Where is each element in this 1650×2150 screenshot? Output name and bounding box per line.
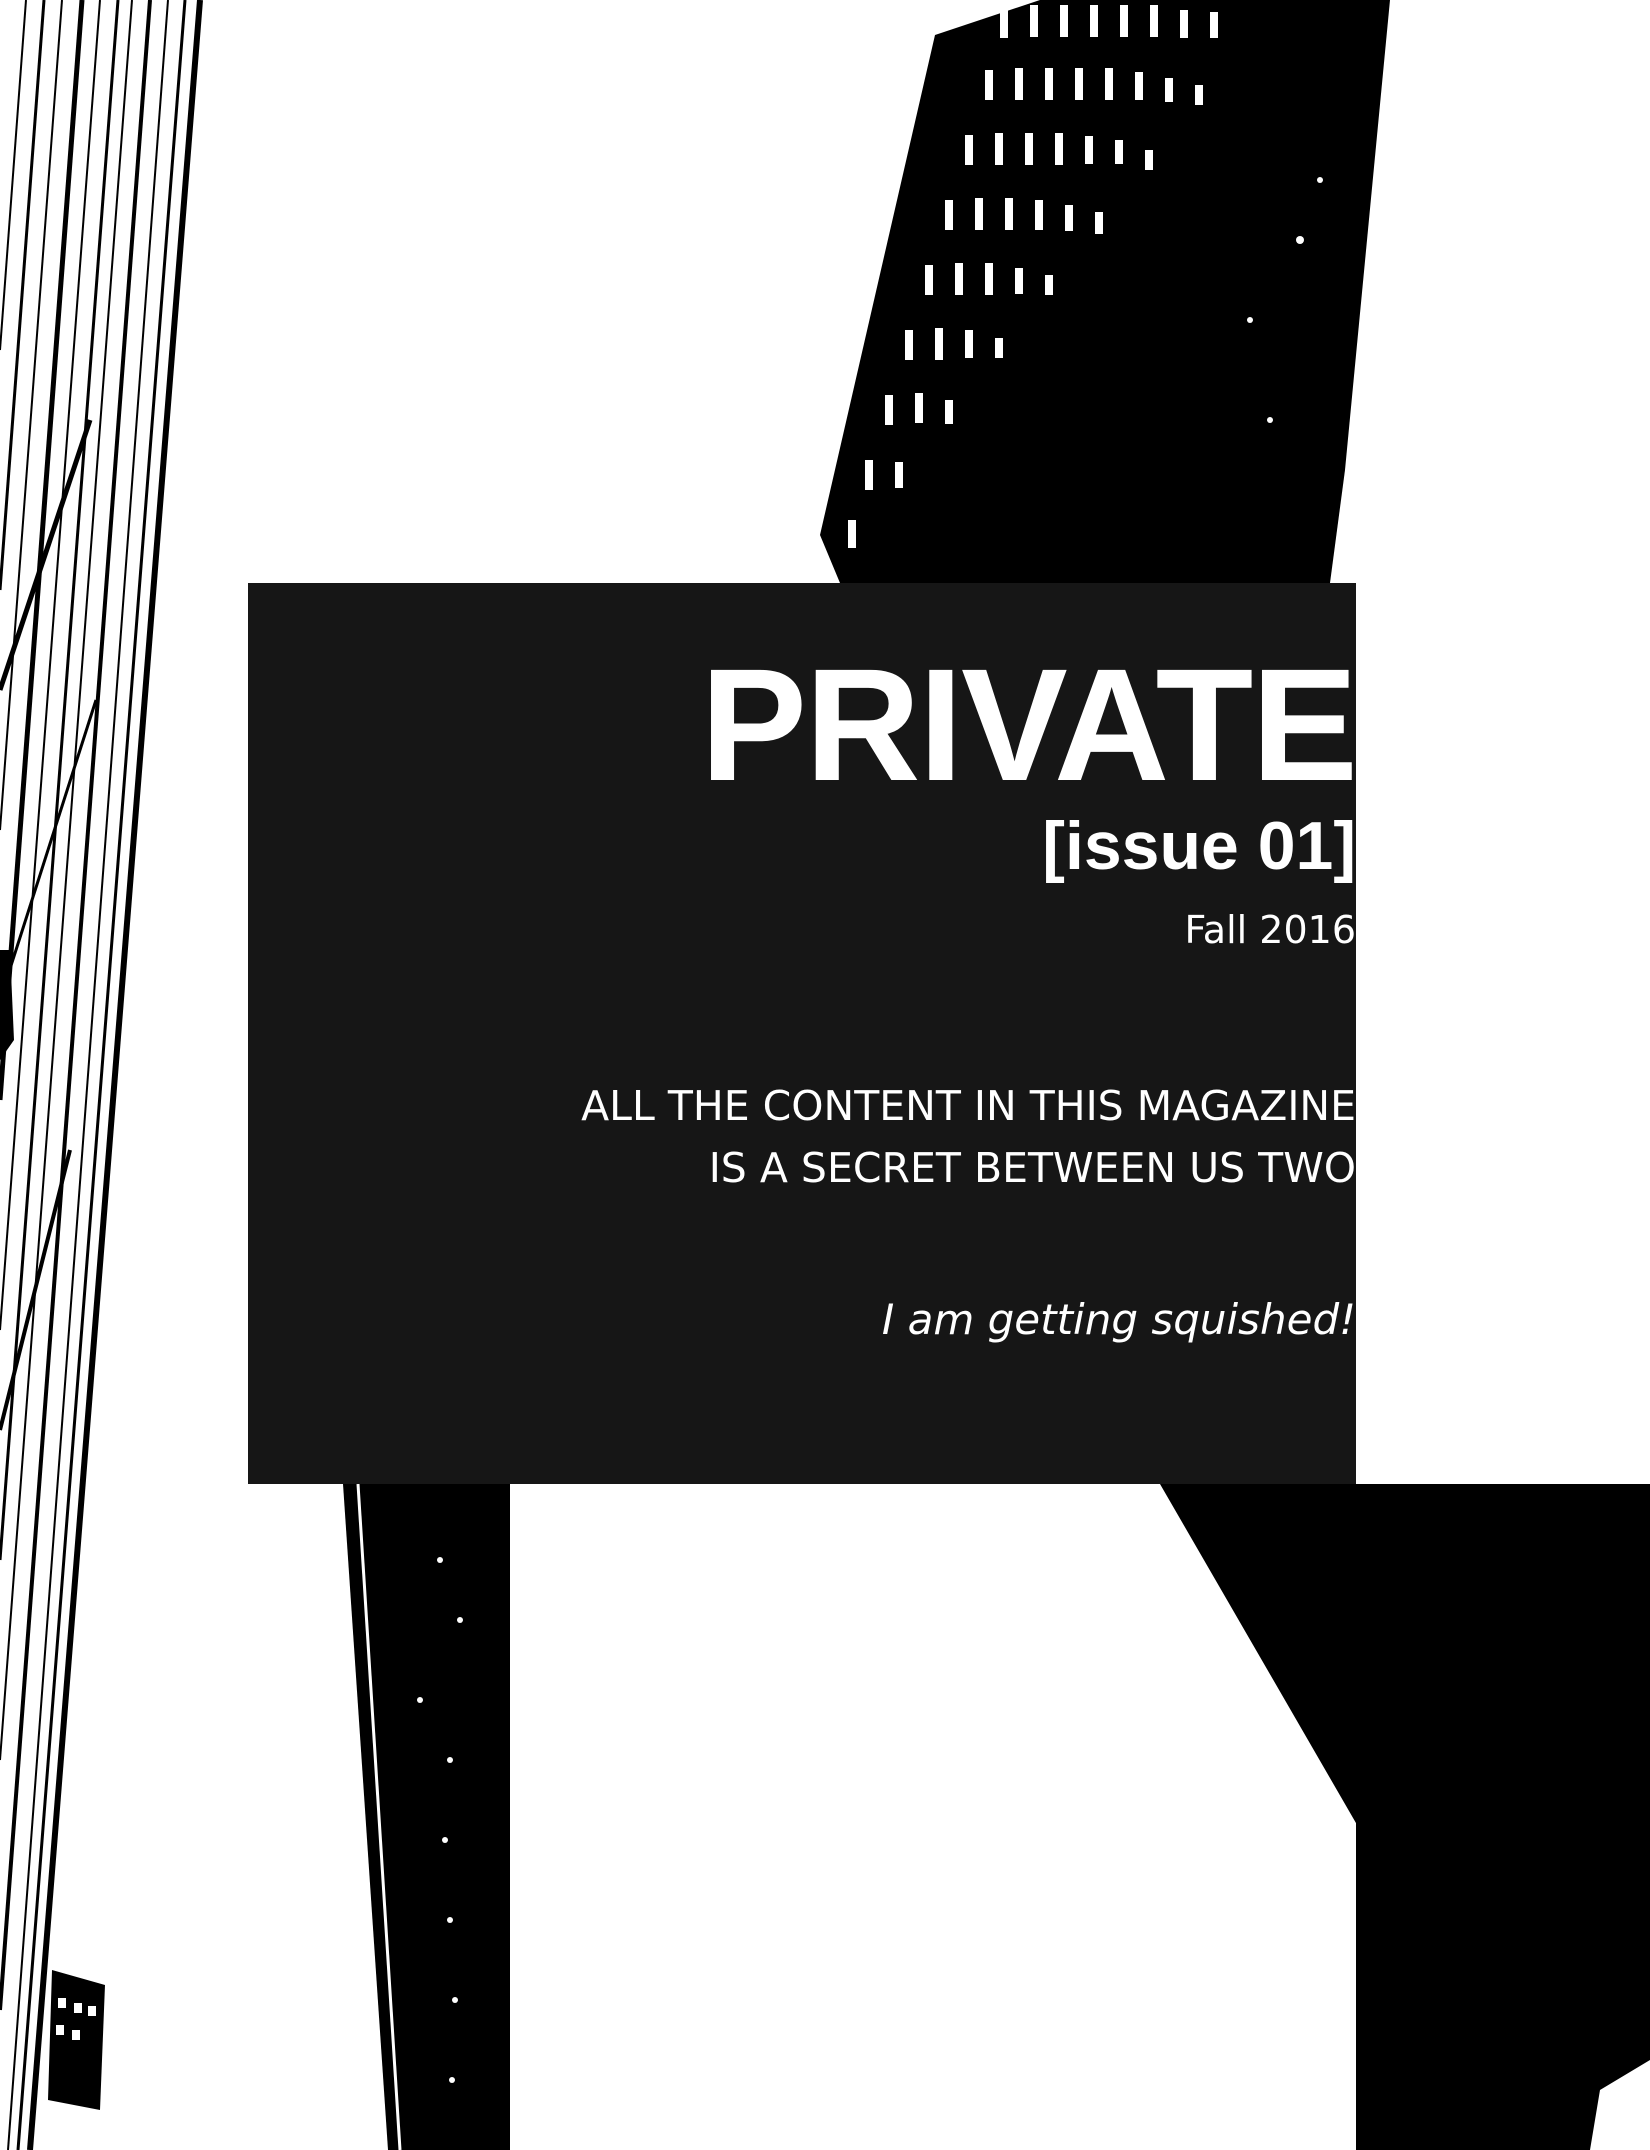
issue-number: [issue 01] [1042,808,1356,884]
lower-column-illustration [343,1483,510,2150]
issue-season: Fall 2016 [1184,908,1356,952]
lower-diagonal-illustration [1160,1484,1650,2150]
upper-tower-illustration [820,0,1390,583]
tagline-line: ALL THE CONTENT IN THIS MAGAZINE [581,1082,1356,1130]
left-building-illustration [0,0,205,2150]
tagline-line: IS A SECRET BETWEEN US TWO [708,1144,1356,1192]
cover-quote: I am getting squished! [881,1295,1356,1344]
tagline: ALL THE CONTENT IN THIS MAGAZINE IS A SE… [581,1075,1356,1199]
magazine-title: PRIVATE [700,635,1358,814]
magazine-cover: PRIVATE [issue 01] Fall 2016 ALL THE CON… [0,0,1650,2150]
